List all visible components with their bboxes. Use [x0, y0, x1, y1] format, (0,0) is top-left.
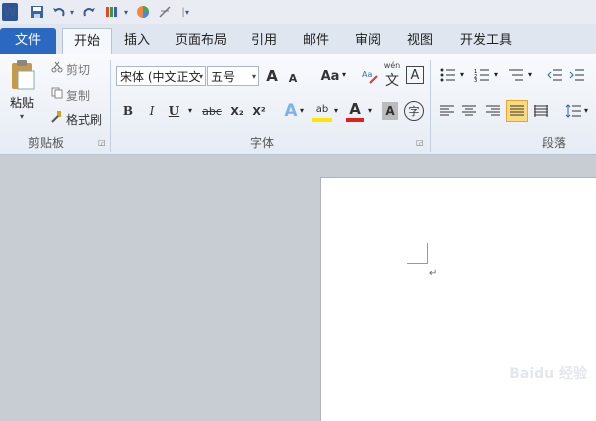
highlight-button[interactable]: ab — [312, 100, 332, 122]
tab-mailings[interactable]: 邮件 — [298, 28, 334, 54]
format-painter-icon[interactable] — [50, 110, 64, 124]
watermark: Baidu 经验 — [509, 366, 587, 382]
text-effects-dropdown-icon[interactable]: ▾ — [300, 106, 304, 115]
customize-qat-icon[interactable]: ▾ — [182, 3, 192, 21]
grow-font-button[interactable]: A — [264, 66, 280, 86]
justify-icon[interactable] — [506, 100, 528, 122]
bold-button[interactable]: B — [120, 102, 136, 120]
line-spacing-dropdown-icon[interactable]: ▾ — [584, 106, 588, 115]
tab-view[interactable]: 视图 — [402, 28, 438, 54]
save-icon[interactable] — [28, 3, 46, 21]
margin-corner-mark — [407, 243, 428, 264]
font-size-dropdown-icon[interactable]: ▾ — [252, 67, 256, 87]
paragraph-group-label: 段落 — [542, 136, 567, 150]
align-right-icon[interactable] — [484, 102, 502, 120]
subscript-button[interactable]: X₂ — [228, 102, 246, 120]
copy-label[interactable]: 复制 — [66, 87, 90, 104]
group-divider — [110, 60, 111, 152]
tab-home[interactable]: 开始 — [62, 28, 112, 56]
superscript-button[interactable]: X² — [250, 102, 268, 120]
character-shading-button[interactable]: A — [382, 102, 398, 120]
ribbon-home: 粘贴 ▾ 剪切 复制 格式刷 剪贴板 ◲ 宋体 (中文正文 ▾ 五号 ▾ A A… — [0, 54, 596, 155]
bullets-dropdown-icon[interactable]: ▾ — [460, 70, 464, 79]
underline-dropdown-icon[interactable]: ▾ — [188, 106, 192, 115]
phonetic-pinyin: wén — [383, 60, 401, 70]
font-size-combo[interactable]: 五号 ▾ — [207, 66, 259, 86]
word-logo-icon: W — [2, 3, 18, 21]
align-left-icon[interactable] — [438, 102, 456, 120]
cut-icon[interactable] — [50, 60, 64, 74]
ribbon-tabs: 文件 开始 插入 页面布局 引用 邮件 审阅 视图 开发工具 — [0, 24, 596, 56]
bullets-icon[interactable] — [438, 66, 458, 84]
undo-icon[interactable] — [50, 3, 68, 21]
distributed-icon[interactable] — [532, 102, 550, 120]
font-name-dropdown-icon[interactable]: ▾ — [199, 67, 203, 87]
font-group-label: 字体 — [250, 136, 275, 150]
tab-review[interactable]: 审阅 — [350, 28, 386, 54]
change-case-button[interactable]: Aa — [318, 66, 342, 86]
tab-file[interactable]: 文件 — [0, 28, 56, 54]
phonetic-guide-button[interactable]: wén 文 — [382, 60, 402, 89]
paragraph-mark-icon: ↵ — [429, 268, 438, 279]
font-color-button[interactable]: A — [346, 100, 364, 122]
clipboard-launcher-icon[interactable]: ◲ — [98, 138, 106, 147]
tab-page-layout[interactable]: 页面布局 — [168, 28, 234, 54]
tab-insert[interactable]: 插入 — [120, 28, 154, 54]
shrink-font-button[interactable]: A — [286, 69, 300, 87]
font-name-combo[interactable]: 宋体 (中文正文 ▾ — [116, 66, 206, 86]
numbering-icon[interactable]: 123 — [472, 66, 492, 84]
paste-label[interactable]: 粘贴 — [10, 94, 34, 111]
text-effects-button[interactable]: A — [282, 100, 300, 122]
font-color-dropdown-icon[interactable]: ▾ — [368, 106, 372, 115]
italic-button[interactable]: I — [144, 102, 160, 120]
line-spacing-icon[interactable] — [564, 102, 582, 120]
tab-developer[interactable]: 开发工具 — [454, 28, 518, 54]
format-brush-icon[interactable] — [104, 3, 122, 21]
decrease-indent-icon[interactable] — [546, 66, 564, 84]
paste-icon[interactable] — [4, 58, 42, 92]
paste-dropdown-icon[interactable]: ▾ — [20, 112, 24, 121]
underline-button[interactable]: U — [166, 102, 182, 120]
dropdown-icon[interactable]: ▾ — [122, 3, 130, 21]
group-divider — [430, 60, 431, 152]
phonetic-char: 文 — [385, 72, 399, 89]
clear-formatting-icon[interactable]: Aa — [360, 66, 380, 86]
color-wheel-icon[interactable] — [134, 3, 152, 21]
redo-icon[interactable] — [80, 3, 98, 21]
font-name-value: 宋体 (中文正文 — [120, 70, 201, 84]
copy-icon[interactable] — [50, 86, 64, 100]
font-launcher-icon[interactable]: ◲ — [416, 138, 424, 147]
multilevel-list-dropdown-icon[interactable]: ▾ — [528, 70, 532, 79]
highlight-dropdown-icon[interactable]: ▾ — [334, 106, 338, 115]
document-page[interactable]: ↵ Baidu 经验 — [320, 177, 596, 421]
enclose-characters-button[interactable]: 字 — [404, 101, 424, 121]
svg-text:Aa: Aa — [362, 70, 372, 79]
tab-references[interactable]: 引用 — [246, 28, 282, 54]
strikethrough-button[interactable]: abc — [200, 102, 224, 120]
undo-dropdown-icon[interactable]: ▾ — [68, 3, 76, 21]
change-case-dropdown-icon[interactable]: ▾ — [342, 70, 346, 79]
align-center-icon[interactable] — [460, 102, 478, 120]
multilevel-list-icon[interactable] — [506, 66, 526, 84]
svg-text:3: 3 — [474, 78, 477, 82]
document-area: ↵ Baidu 经验 — [0, 155, 596, 421]
numbering-dropdown-icon[interactable]: ▾ — [494, 70, 498, 79]
cut-label[interactable]: 剪切 — [66, 61, 90, 78]
strike-pen-icon[interactable] — [156, 3, 174, 21]
quick-access-toolbar: W ▾ ▾ | ▾ — [0, 0, 596, 24]
increase-indent-icon[interactable] — [568, 66, 586, 84]
font-size-value: 五号 — [211, 70, 236, 84]
clipboard-group-label: 剪贴板 — [28, 136, 65, 150]
format-painter-label[interactable]: 格式刷 — [66, 111, 102, 128]
character-border-button[interactable]: A — [406, 66, 424, 84]
